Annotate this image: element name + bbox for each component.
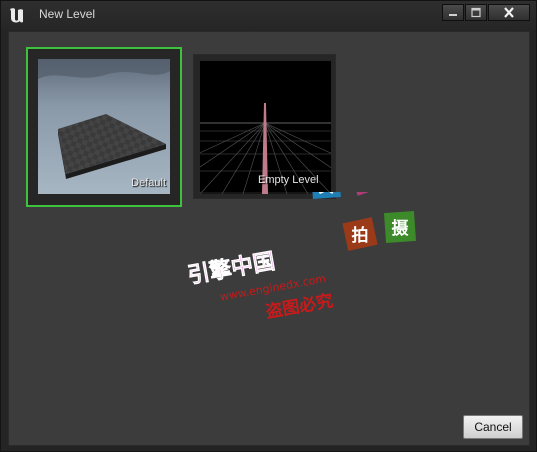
- badge-wu: 物: [349, 192, 385, 196]
- default-level-thumbnail: [38, 59, 170, 194]
- badge-she-text: 摄: [392, 218, 410, 239]
- template-empty-level[interactable]: Empty Level: [193, 54, 336, 199]
- template-panel: Default Empty Level 拍 摄 引擎中国 www.engined…: [8, 31, 530, 446]
- minimize-icon: [449, 14, 457, 16]
- window-controls: [442, 4, 530, 22]
- badge-pai-text: 拍: [352, 225, 369, 246]
- watermark-title: 引擎中国: [186, 249, 277, 289]
- badge-she: 摄: [383, 210, 417, 244]
- window-title: New Level: [39, 7, 96, 21]
- cancel-button[interactable]: Cancel: [463, 415, 523, 439]
- template-label-default: Default: [131, 177, 166, 189]
- close-button[interactable]: [488, 4, 530, 21]
- unreal-engine-logo-icon: [10, 8, 23, 23]
- watermark-overlay: 实 物 拍 摄 引擎中国 www.enginedx.com 盗图必究: [186, 192, 417, 322]
- maximize-button[interactable]: [465, 4, 487, 21]
- close-icon: [504, 7, 514, 18]
- maximize-icon: [471, 7, 481, 18]
- watermark-warning: 盗图必究: [264, 290, 335, 322]
- badge-pai: 拍: [342, 217, 378, 251]
- watermark-url: www.enginedx.com: [219, 272, 327, 303]
- template-default[interactable]: Default: [26, 47, 182, 207]
- minimize-button[interactable]: [442, 4, 464, 21]
- default-level-preview: [38, 59, 170, 194]
- title-bar[interactable]: New Level: [1, 1, 536, 30]
- new-level-dialog: New Level Default Empty Level 拍 摄 引擎中国 w…: [0, 0, 537, 452]
- template-label-empty-level: Empty Level: [258, 174, 319, 186]
